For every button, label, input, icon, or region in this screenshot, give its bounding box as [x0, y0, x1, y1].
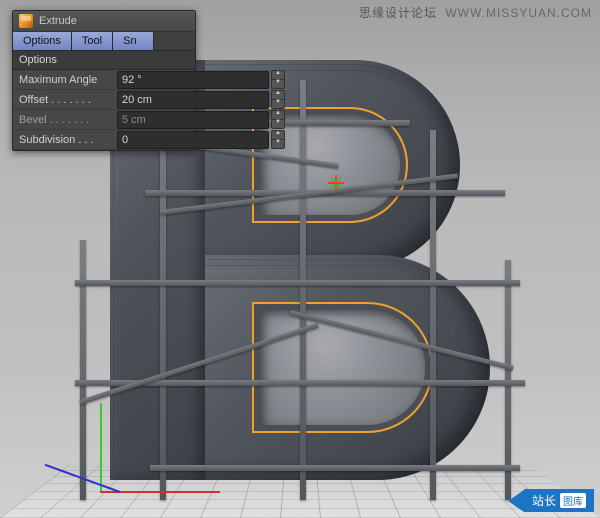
panel-title-text: Extrude	[39, 15, 77, 27]
section-header: Options	[13, 51, 195, 70]
prop-label: Subdivision . . .	[13, 131, 117, 149]
panel-titlebar[interactable]: Extrude	[13, 11, 195, 32]
scaffold-beam	[75, 280, 520, 286]
watermark-bottom-badge: 图库	[560, 493, 586, 508]
scaffold-pole	[160, 100, 166, 500]
subdivision-input[interactable]	[117, 131, 269, 149]
bevel-input[interactable]	[117, 111, 269, 129]
spin-up-icon[interactable]: ▲	[271, 90, 285, 99]
spinner: ▲ ▼	[271, 130, 285, 149]
spin-down-icon[interactable]: ▼	[271, 119, 285, 129]
prop-row-maximum-angle: Maximum Angle ▲ ▼	[13, 70, 195, 90]
tab-snap[interactable]: Sn	[113, 32, 154, 50]
spin-up-icon[interactable]: ▲	[271, 110, 285, 119]
spin-up-icon[interactable]: ▲	[271, 70, 285, 79]
watermark-top-url: WWW.MISSYUAN.COM	[445, 6, 592, 20]
prop-label: Bevel . . . . . . .	[13, 111, 117, 129]
axis-y	[100, 403, 102, 493]
tab-options[interactable]: Options	[13, 32, 72, 50]
spin-down-icon[interactable]: ▼	[271, 79, 285, 89]
spin-down-icon[interactable]: ▼	[271, 139, 285, 149]
prop-label: Offset . . . . . . .	[13, 91, 117, 109]
spinner: ▲ ▼	[271, 90, 285, 109]
scaffold-pole	[80, 240, 86, 500]
scaffold-pole	[430, 130, 436, 500]
prop-label: Maximum Angle	[13, 71, 117, 89]
watermark-arrow-icon	[508, 490, 524, 512]
prop-row-subdivision: Subdivision . . . ▲ ▼	[13, 130, 195, 150]
spinner: ▲ ▼	[271, 110, 285, 129]
scaffold-beam	[150, 465, 520, 471]
prop-row-offset: Offset . . . . . . . ▲ ▼	[13, 90, 195, 110]
spinner: ▲ ▼	[271, 70, 285, 89]
tab-tool[interactable]: Tool	[72, 32, 113, 50]
panel-tabs: Options Tool Sn	[13, 32, 195, 51]
cursor-gizmo[interactable]	[328, 175, 344, 191]
prop-row-bevel: Bevel . . . . . . . ▲ ▼	[13, 110, 195, 130]
offset-input[interactable]	[117, 91, 269, 109]
scaffold-pole	[300, 80, 306, 500]
watermark-bottom: 站长 图库	[508, 489, 594, 512]
maximum-angle-input[interactable]	[117, 71, 269, 89]
spin-down-icon[interactable]: ▼	[271, 99, 285, 109]
extrude-icon	[19, 14, 33, 28]
watermark-top: 思缘设计论坛 WWW.MISSYUAN.COM	[359, 4, 592, 21]
watermark-bottom-text: 站长	[532, 492, 556, 509]
watermark-top-cn: 思缘设计论坛	[359, 6, 437, 20]
extrude-panel: Extrude Options Tool Sn Options Maximum …	[12, 10, 196, 151]
spin-up-icon[interactable]: ▲	[271, 130, 285, 139]
